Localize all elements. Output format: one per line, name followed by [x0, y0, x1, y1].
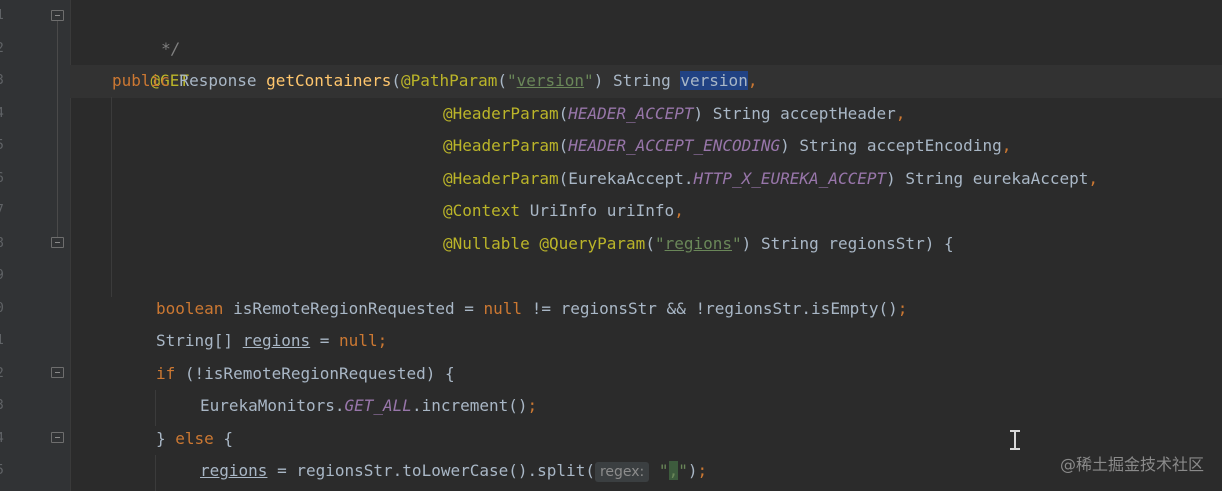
- code-line: */: [113, 0, 180, 58]
- punctuation: ,: [1088, 168, 1099, 188]
- constant: HEADER_ACCEPT: [568, 103, 694, 123]
- annotation: @Nullable: [443, 233, 530, 253]
- code-line: regions = regionsStr.toLowerCase().split…: [200, 455, 707, 488]
- parameter-hint: regex:: [594, 461, 650, 482]
- code-text: (: [558, 103, 569, 123]
- keyword: if: [156, 363, 176, 383]
- keyword: null: [339, 331, 378, 350]
- code-text: ) String regionsStr) {: [741, 233, 954, 253]
- constant: GET_ALL: [344, 396, 412, 415]
- string-literal: ,: [668, 461, 679, 480]
- code-line: if (!isRemoteRegionRequested) {: [156, 358, 455, 391]
- annotation: @HeaderParam: [443, 136, 559, 155]
- text-cursor-icon: [1010, 430, 1020, 450]
- code-text: (EurekaAccept.: [558, 168, 694, 188]
- reassigned-variable: regions: [200, 461, 268, 480]
- code-text: =: [310, 331, 340, 350]
- code-text: Response: [169, 71, 267, 90]
- reassigned-variable: regions: [242, 331, 311, 350]
- punctuation: ;: [697, 461, 708, 480]
- code-text: }: [156, 428, 176, 448]
- punctuation: ,: [895, 103, 906, 123]
- code-text: ) String acceptHeader: [693, 103, 896, 123]
- code-line: @GET: [112, 33, 190, 90]
- code-text: .increment(): [411, 396, 528, 415]
- code-line: @HeaderParam(HEADER_ACCEPT) String accep…: [443, 98, 905, 131]
- punctuation: ,: [747, 71, 758, 90]
- punctuation: ;: [377, 331, 388, 350]
- code-text: (: [391, 71, 401, 90]
- annotation: @PathParam: [401, 71, 498, 90]
- annotation: @HeaderParam: [443, 103, 559, 123]
- string-literal: version: [516, 71, 585, 90]
- string-quote: ": [732, 233, 742, 253]
- code-editor[interactable]: */ @GET public Response getContainers(@P…: [0, 0, 1222, 491]
- punctuation: ,: [1001, 136, 1012, 155]
- code-line: boolean isRemoteRegionRequested = null !…: [156, 293, 907, 326]
- code-line: EurekaMonitors.GET_ALL.increment();: [200, 390, 537, 423]
- punctuation: ,: [674, 201, 684, 220]
- keyword: null: [483, 298, 523, 318]
- code-line: @Context UriInfo uriInfo,: [443, 195, 684, 228]
- code-line: @HeaderParam(HEADER_ACCEPT_ENCODING) Str…: [443, 130, 1011, 163]
- constant: HTTP_X_EUREKA_ACCEPT: [693, 168, 887, 188]
- code-text: ) String: [593, 71, 681, 90]
- keyword: public: [112, 71, 170, 90]
- code-line: } else {: [156, 423, 233, 456]
- string-literal: regions: [664, 233, 733, 253]
- keyword: boolean: [156, 298, 224, 318]
- punctuation: ;: [527, 396, 538, 415]
- watermark: @稀土掘金技术社区: [1059, 455, 1204, 474]
- code-text: (: [645, 233, 655, 253]
- string-quote: ": [584, 71, 594, 90]
- string-quote: ": [654, 233, 665, 253]
- constant: HEADER_ACCEPT_ENCODING: [568, 136, 781, 155]
- keyword: else: [175, 428, 214, 448]
- code-text: (: [558, 136, 569, 155]
- annotation: @HeaderParam: [443, 168, 559, 188]
- code-text: ) String acceptEncoding: [780, 136, 1002, 155]
- code-text: isRemoteRegionRequested =: [223, 298, 484, 318]
- code-text: UriInfo uriInfo: [520, 201, 675, 220]
- code-text: {: [213, 428, 234, 448]
- code-line: public Response getContainers(@PathParam…: [112, 65, 757, 98]
- annotation: @QueryParam: [539, 233, 646, 253]
- code-text: != regionsStr && !regionsStr.isEmpty(): [522, 298, 898, 318]
- selected-text[interactable]: version: [680, 71, 748, 90]
- code-text: EurekaMonitors.: [200, 396, 345, 415]
- punctuation: ;: [897, 298, 908, 318]
- string-quote: ": [506, 71, 517, 90]
- method-name: getContainers: [266, 71, 392, 90]
- code-text: (!isRemoteRegionRequested) {: [175, 363, 455, 383]
- code-text: ) String eurekaAccept: [886, 168, 1089, 188]
- code-line: @HeaderParam(EurekaAccept.HTTP_X_EUREKA_…: [443, 163, 1098, 196]
- string-quote: ": [658, 461, 669, 480]
- code-text: = regionsStr.toLowerCase().split(: [267, 461, 595, 480]
- code-line: @Nullable @QueryParam("regions") String …: [443, 228, 954, 261]
- string-quote: ": [678, 461, 688, 480]
- code-line: String[] regions = null;: [156, 325, 387, 358]
- annotation: @Context: [443, 201, 521, 220]
- code-text: (: [497, 71, 507, 90]
- code-text: String[]: [156, 331, 243, 350]
